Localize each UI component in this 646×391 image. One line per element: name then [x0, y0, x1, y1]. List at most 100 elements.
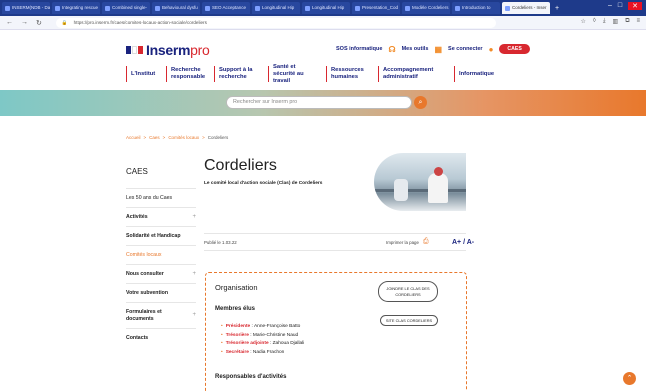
inserm-logo[interactable]: Insermpro — [126, 42, 210, 58]
sidebar-item-subvention[interactable]: Votre subvention — [126, 283, 196, 302]
sidebar-item-consulter[interactable]: Nous consulter + — [126, 264, 196, 283]
reload-icon[interactable]: ↻ — [36, 19, 42, 27]
breadcrumb-sep-icon: > — [202, 135, 205, 140]
list-item: • Trésorière adjointe : Zahoua Djallali — [221, 341, 305, 347]
expand-icon[interactable]: + — [192, 271, 196, 277]
member-name: Zahoua Djallali — [272, 341, 305, 347]
list-item: • Trésorière : Marie-Christine Naud — [221, 332, 299, 338]
sidebar-item-contacts[interactable]: Contacts — [126, 328, 196, 347]
tab-label: Longitudinal Hip — [312, 5, 345, 10]
search-input[interactable]: Rechercher sur Inserm pro — [226, 96, 412, 109]
browser-tab[interactable]: Introduction to — [452, 2, 500, 14]
headset-icon[interactable]: ☊ — [388, 45, 395, 54]
bullet-icon: • — [221, 349, 223, 355]
sidebar-item-solidarite[interactable]: Solidarité et Handicap — [126, 226, 196, 245]
breadcrumb-sep-icon: > — [143, 135, 147, 140]
library-icon[interactable]: ▥ — [613, 18, 619, 25]
member-role: Trésorière — [225, 332, 249, 338]
members-list: • Présidente : Anne-Françoise Batto • Trés… — [221, 324, 304, 358]
breadcrumb-caes[interactable]: Caes — [149, 135, 160, 140]
nav-buttons: ← → ↻ — [0, 19, 42, 27]
browser-tab[interactable]: Behavioural dysfu — [152, 2, 200, 14]
sidebar-item-formulaires[interactable]: Formulaires et documents + — [126, 302, 196, 328]
pocket-icon[interactable]: ◊ — [593, 18, 596, 25]
browser-tab-active[interactable]: Cordeliers - Inser — [502, 2, 550, 14]
browser-tab[interactable]: Combined single- — [102, 2, 150, 14]
grid-icon[interactable]: ▦ — [434, 45, 442, 54]
print-button[interactable]: Imprimer la page ⎙ — [386, 238, 429, 246]
scroll-to-top-button[interactable]: ⌃ — [623, 372, 636, 385]
mes-outils-link[interactable]: Mes outils — [402, 46, 429, 52]
browser-tab[interactable]: Integrating rescue — [52, 2, 100, 14]
menu-item-informatique[interactable]: Informatique — [454, 66, 504, 82]
browser-tab[interactable]: Longitudinal Hip — [302, 2, 350, 14]
back-icon[interactable]: ← — [6, 19, 13, 27]
menu-item-accompagnement[interactable]: Accompagnement administratif — [378, 66, 454, 82]
favicon-icon — [355, 5, 360, 11]
responsables-heading: Responsables d'activités — [215, 374, 287, 380]
header-tools: SOS informatique ☊ Mes outils ▦ Se conne… — [336, 44, 530, 54]
sidebar-item-comites-locaux[interactable]: Comités locaux — [126, 245, 196, 264]
list-item: • Secrétaire : Nadia Frachon — [221, 349, 285, 355]
sidebar-item-label: Comités locaux — [126, 252, 162, 258]
sidebar-item-label: Formulaires et documents — [126, 308, 162, 322]
logo-main-text: Inserm — [146, 42, 191, 58]
user-icon[interactable]: ● — [489, 45, 494, 54]
sidebar-item-label: Solidarité et Handicap — [126, 233, 181, 239]
publication-date: Publié le 1.03.22 — [204, 239, 237, 245]
window-controls: – □ ✕ — [608, 2, 642, 10]
tab-label: Presentation_Cod — [362, 5, 399, 10]
font-size-controls[interactable]: A+ / A- — [452, 239, 474, 246]
page-root: INSERM(NDB - Dash Integrating rescue Com… — [0, 0, 646, 391]
forward-icon[interactable]: → — [21, 19, 28, 27]
breadcrumb-home[interactable]: Accueil — [126, 135, 141, 140]
browser-tab-bar: INSERM(NDB - Dash Integrating rescue Com… — [0, 0, 646, 16]
close-icon[interactable]: ✕ — [628, 2, 642, 10]
bullet-icon: • — [221, 341, 223, 347]
printer-icon: ⎙ — [422, 238, 429, 245]
main-menu: L'Institut Recherche responsable Support… — [126, 64, 504, 84]
extension-icon[interactable]: ⧉ — [625, 18, 629, 25]
favicon-icon — [5, 5, 10, 11]
member-name: Marie-Christine Naud — [252, 332, 299, 338]
sidebar-item-50-ans[interactable]: Les 50 ans du Caes — [126, 188, 196, 207]
join-clas-button[interactable]: JOINDRE LE CLAS DES CORDELIERS — [378, 281, 438, 302]
menu-item-rh[interactable]: Ressources humaines — [326, 66, 378, 82]
bookmark-icon[interactable]: ☆ — [581, 18, 586, 25]
new-tab-button[interactable]: + — [552, 5, 559, 12]
tab-label: SEO Acceptance — [212, 5, 247, 10]
menu-item-institut[interactable]: L'Institut — [126, 66, 166, 82]
member-role: Secrétaire — [225, 349, 249, 355]
tab-label: Cordeliers - Inser — [512, 5, 547, 10]
bullet-icon: • — [221, 332, 223, 338]
sidebar-item-activites[interactable]: Activités + — [126, 207, 196, 226]
login-link[interactable]: Se connecter — [448, 46, 483, 52]
menu-icon[interactable]: ≡ — [636, 18, 640, 25]
site-clas-button[interactable]: SITE CLAS CORDELIERS — [380, 315, 438, 326]
breadcrumb-comites[interactable]: Comités locaux — [168, 135, 199, 140]
browser-tab[interactable]: Presentation_Cod — [352, 2, 400, 14]
expand-icon[interactable]: + — [192, 312, 196, 319]
caes-button[interactable]: CAES — [499, 44, 530, 54]
sidebar-item-label: Les 50 ans du Caes — [126, 195, 173, 201]
menu-item-support[interactable]: Support à la recherche — [214, 66, 268, 82]
download-icon[interactable]: ⤓ — [603, 18, 606, 25]
browser-tab[interactable]: Longitudinal Hip — [252, 2, 300, 14]
expand-icon[interactable]: + — [192, 214, 196, 220]
address-bar[interactable]: 🔒 https://pro.inserm.fr/caes/comites-loc… — [55, 17, 496, 28]
browser-tab[interactable]: SEO Acceptance — [202, 2, 250, 14]
menu-item-recherche[interactable]: Recherche responsable — [166, 66, 214, 82]
search-icon[interactable]: ⌕ — [414, 96, 427, 109]
tab-label: INSERM(NDB - Dash — [12, 5, 50, 10]
browser-tab[interactable]: Modèle Cordeliers — [402, 2, 450, 14]
logo-wordmark: Insermpro — [146, 42, 210, 58]
sos-informatique-link[interactable]: SOS informatique — [336, 46, 382, 52]
member-name: Anne-Françoise Batto — [253, 324, 301, 329]
menu-item-sante[interactable]: Santé et sécurité au travail — [268, 64, 326, 84]
tab-label: Integrating rescue — [62, 5, 99, 10]
browser-tab[interactable]: INSERM(NDB - Dash — [2, 2, 50, 14]
page-title: Cordeliers — [204, 157, 277, 174]
minimize-icon[interactable]: – — [608, 2, 612, 10]
maximize-icon[interactable]: □ — [618, 2, 622, 10]
breadcrumb-current: Cordeliers — [207, 135, 229, 140]
